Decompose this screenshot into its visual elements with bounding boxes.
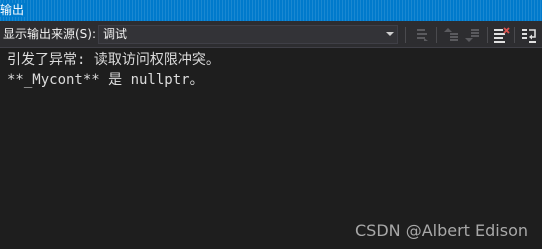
goto-source-icon — [417, 29, 428, 41]
output-source-select[interactable]: 调试 — [98, 25, 398, 44]
next-message-button[interactable] — [463, 26, 481, 44]
toolbar-separator — [514, 27, 515, 43]
watermark: CSDN @Albert Edison — [354, 221, 528, 240]
output-source-value: 调试 — [103, 27, 128, 41]
word-wrap-icon — [522, 29, 536, 43]
output-line: 引发了异常: 读取访问权限冲突。 — [7, 52, 220, 68]
toolbar-separator — [405, 27, 406, 43]
toolbar-separator — [487, 27, 488, 43]
output-line: **_Mycont** 是 nullptr。 — [7, 72, 204, 88]
window-title: 输出 — [0, 3, 28, 17]
previous-message-button[interactable] — [442, 26, 460, 44]
chevron-down-icon — [386, 32, 394, 36]
output-window: 输出 显示输出来源(S): 调试 引发了异常: 读取访问权限冲突。 **_Myc… — [0, 0, 542, 249]
previous-message-icon — [444, 28, 458, 41]
word-wrap-button[interactable] — [520, 26, 538, 44]
output-source-label: 显示输出来源(S): — [3, 27, 97, 41]
title-bar[interactable]: 输出 — [0, 0, 542, 21]
toolbar-separator — [436, 27, 437, 43]
output-text-area[interactable]: 引发了异常: 读取访问权限冲突。 **_Mycont** 是 nullptr。 — [0, 48, 542, 249]
output-toolbar: 显示输出来源(S): 调试 — [0, 21, 542, 48]
find-message-in-code-button[interactable] — [413, 26, 431, 44]
next-message-icon — [465, 29, 479, 42]
clear-all-icon — [494, 27, 510, 43]
clear-all-button[interactable] — [492, 26, 510, 44]
